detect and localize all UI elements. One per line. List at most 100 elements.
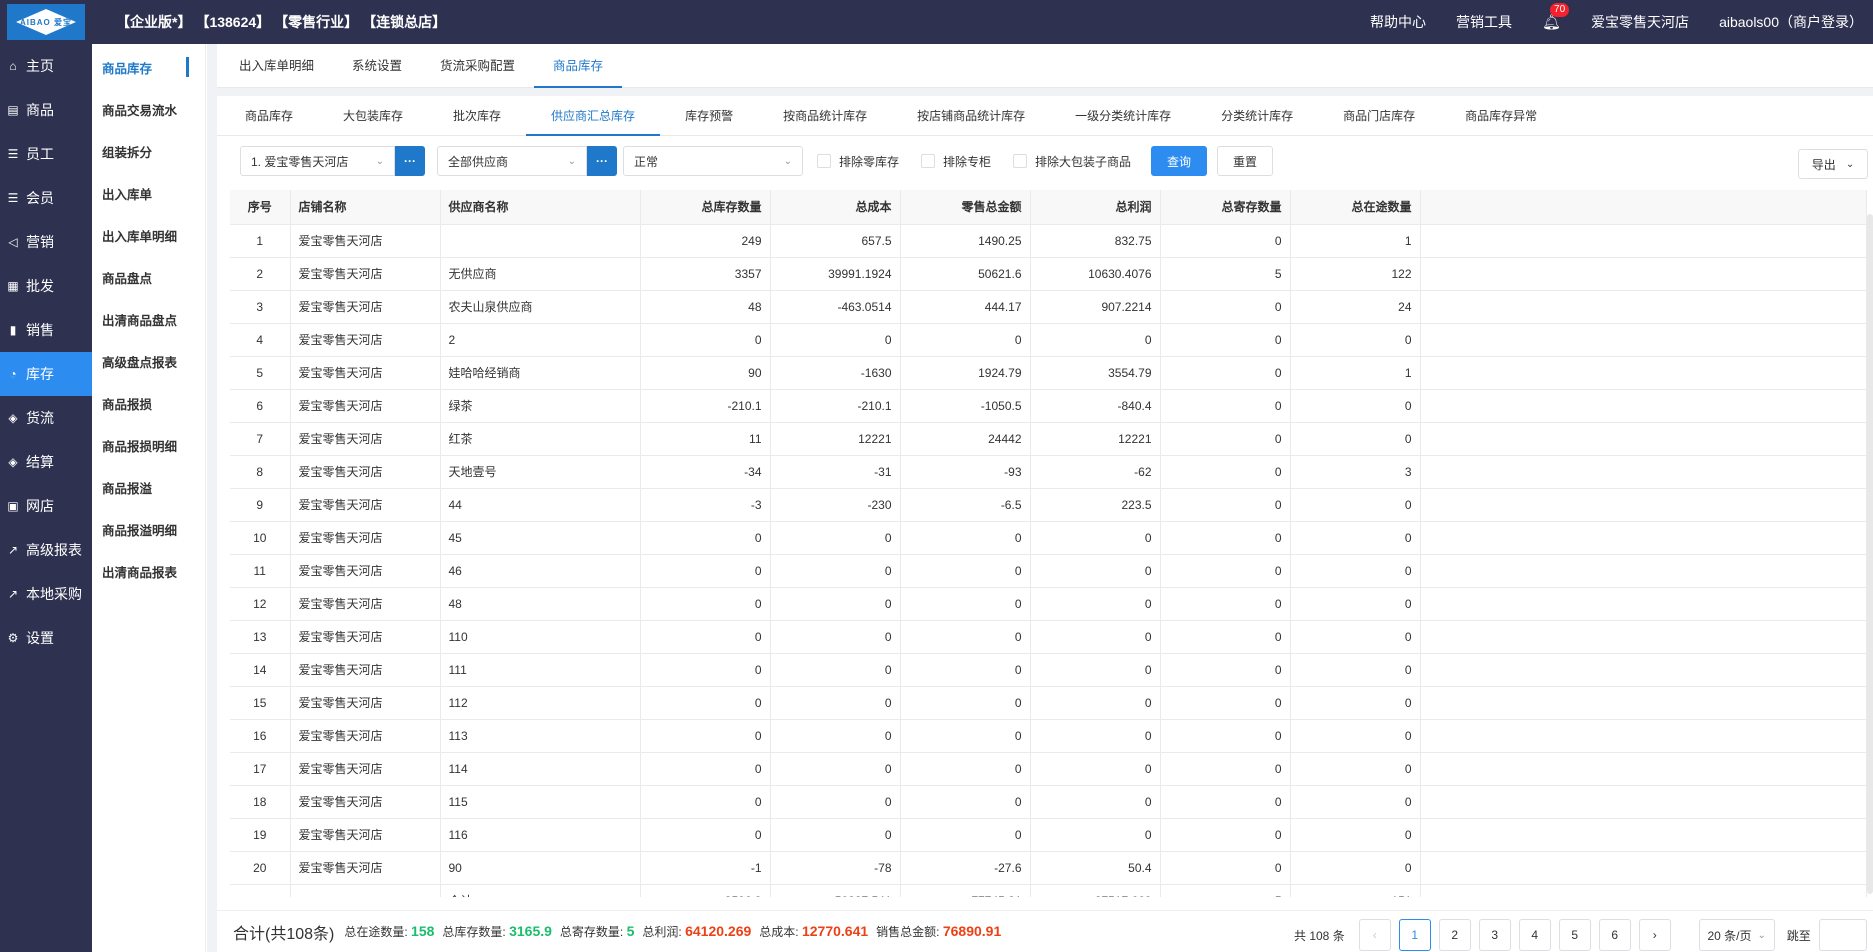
nav-item-4[interactable]: ◁ 营销 — [0, 220, 92, 264]
marketing-tools-link[interactable]: 营销工具 — [1456, 12, 1512, 32]
table-row[interactable]: 8 爱宝零售天河店 天地壹号 -34 -31 -93 -62 0 3 — [230, 455, 1867, 489]
table-row[interactable]: 9 爱宝零售天河店 44 -3 -230 -6.5 223.5 0 0 — [230, 488, 1867, 522]
bell-icon[interactable]: 🔔︎ 70 — [1542, 3, 1570, 31]
exclude-zero-stock-checkbox[interactable]: 排除零库存 — [817, 153, 899, 170]
column-header-filler — [1420, 190, 1867, 225]
report-tab-7[interactable]: 一级分类统计库存 — [1050, 96, 1196, 136]
column-header[interactable]: 总利润 — [1030, 190, 1161, 225]
column-header[interactable]: 总成本 — [770, 190, 901, 225]
tab-3[interactable]: 商品库存 — [534, 44, 623, 88]
status-select[interactable]: 正常 ⌄ — [623, 146, 803, 176]
table-row[interactable]: 6 爱宝零售天河店 绿茶 -210.1 -210.1 -1050.5 -840.4 0 0 — [230, 389, 1867, 423]
store-select[interactable]: 1. 爱宝零售天河店 ⌄ — [240, 146, 395, 176]
table-row[interactable]: 12 爱宝零售天河店 48 0 0 0 0 0 0 — [230, 587, 1867, 621]
page-button[interactable]: 3 — [1478, 919, 1511, 951]
subnav-item-4[interactable]: 出入库单明细 — [92, 214, 205, 256]
user-menu[interactable]: aibaols00（商户登录） — [1719, 12, 1863, 32]
table-row[interactable]: 5 爱宝零售天河店 娃哈哈经销商 90 -1630 1924.79 3554.79 0 1 — [230, 356, 1867, 390]
page-button[interactable]: 4 — [1518, 919, 1551, 951]
nav-item-13[interactable]: ⚙ 设置 — [0, 616, 92, 660]
tab-0[interactable]: 出入库单明细 — [239, 44, 333, 88]
subnav-item-0[interactable]: 商品库存 — [92, 46, 205, 88]
report-tab-10[interactable]: 商品库存异常 — [1440, 96, 1562, 136]
table-row[interactable]: 16 爱宝零售天河店 113 0 0 0 0 0 0 — [230, 719, 1867, 753]
logo[interactable]: AIBAO 爱宝 — [0, 0, 92, 44]
table-row[interactable]: 7 爱宝零售天河店 红茶 11 12221 24442 12221 0 0 — [230, 422, 1867, 456]
nav-item-5[interactable]: ▦ 批发 — [0, 264, 92, 308]
column-header[interactable]: 总库存数量 — [640, 190, 771, 225]
table-row[interactable]: 3 爱宝零售天河店 农夫山泉供应商 48 -463.0514 444.17 907.2214… — [230, 290, 1867, 324]
nav-item-2[interactable]: ☰ 员工 — [0, 132, 92, 176]
table-row[interactable]: 4 爱宝零售天河店 2 0 0 0 0 0 0 — [230, 323, 1867, 357]
nav-item-6[interactable]: ▮ 销售 — [0, 308, 92, 352]
table-row[interactable]: 13 爱宝零售天河店 110 0 0 0 0 0 0 — [230, 620, 1867, 654]
report-tab-3[interactable]: 供应商汇总库存 — [526, 96, 661, 136]
store-name[interactable]: 爱宝零售天河店 — [1591, 12, 1689, 32]
nav-item-1[interactable]: ▤ 商品 — [0, 88, 92, 132]
table-row[interactable]: 14 爱宝零售天河店 111 0 0 0 0 0 0 — [230, 653, 1867, 687]
report-tab-4[interactable]: 库存预警 — [660, 96, 758, 136]
subnav-item-2[interactable]: 组装拆分 — [92, 130, 205, 172]
table-scrollbar[interactable] — [1867, 214, 1873, 894]
column-header[interactable]: 序号 — [230, 190, 291, 225]
next-page-button[interactable]: › — [1638, 919, 1671, 951]
subnav-item-12[interactable]: 出清商品报表 — [92, 550, 205, 592]
nav-item-0[interactable]: ⌂ 主页 — [0, 44, 92, 88]
store-picker-button[interactable]: ··· — [395, 146, 425, 176]
nav-item-3[interactable]: ☰ 会员 — [0, 176, 92, 220]
table-row[interactable]: 10 爱宝零售天河店 45 0 0 0 0 0 0 — [230, 521, 1867, 555]
subnav-item-9[interactable]: 商品报损明细 — [92, 424, 205, 466]
jump-page-input[interactable] — [1818, 919, 1867, 951]
nav-item-10[interactable]: ▣ 网店 — [0, 484, 92, 528]
report-tab-8[interactable]: 分类统计库存 — [1196, 96, 1318, 136]
table-row[interactable]: 17 爱宝零售天河店 114 0 0 0 0 0 0 — [230, 752, 1867, 786]
subnav-item-8[interactable]: 商品报损 — [92, 382, 205, 424]
subnav-item-10[interactable]: 商品报溢 — [92, 466, 205, 508]
report-tab-2[interactable]: 批次库存 — [428, 96, 526, 136]
table-row[interactable]: 20 爱宝零售天河店 90 -1 -78 -27.6 50.4 0 0 — [230, 851, 1867, 885]
nav-item-12[interactable]: ↗ 本地采购 — [0, 572, 92, 616]
table-row[interactable]: 15 爱宝零售天河店 112 0 0 0 0 0 0 — [230, 686, 1867, 720]
report-tab-1[interactable]: 大包装库存 — [318, 96, 428, 136]
page-button[interactable]: 6 — [1598, 919, 1631, 951]
subnav-item-1[interactable]: 商品交易流水 — [92, 88, 205, 130]
table-row[interactable]: 19 爱宝零售天河店 116 0 0 0 0 0 0 — [230, 818, 1867, 852]
prev-page-button[interactable]: ‹ — [1358, 919, 1391, 951]
report-tab-9[interactable]: 商品门店库存 — [1318, 96, 1440, 136]
column-header[interactable]: 零售总金额 — [900, 190, 1031, 225]
report-tab-6[interactable]: 按店铺商品统计库存 — [892, 96, 1050, 136]
export-button[interactable]: 导出 ⌄ — [1798, 149, 1868, 179]
tab-2[interactable]: 货流采购配置 — [421, 44, 534, 88]
subnav-item-6[interactable]: 出清商品盘点 — [92, 298, 205, 340]
tab-1[interactable]: 系统设置 — [333, 44, 421, 88]
supplier-select[interactable]: 全部供应商 ⌄ — [437, 146, 587, 176]
column-header[interactable]: 店铺名称 — [290, 190, 441, 225]
nav-item-9[interactable]: ◈ 结算 — [0, 440, 92, 484]
subnav-item-11[interactable]: 商品报溢明细 — [92, 508, 205, 550]
table-row[interactable]: 1 爱宝零售天河店 249 657.5 1490.25 832.75 0 1 — [230, 224, 1867, 258]
column-header[interactable]: 总在途数量 — [1290, 190, 1421, 225]
subnav-item-7[interactable]: 高级盘点报表 — [92, 340, 205, 382]
column-header[interactable]: 总寄存数量 — [1160, 190, 1291, 225]
table-row[interactable]: 18 爱宝零售天河店 115 0 0 0 0 0 0 — [230, 785, 1867, 819]
table-row[interactable]: 11 爱宝零售天河店 46 0 0 0 0 0 0 — [230, 554, 1867, 588]
page-button[interactable]: 2 — [1438, 919, 1471, 951]
column-header[interactable]: 供应商名称 — [440, 190, 641, 225]
exclude-bulk-child-checkbox[interactable]: 排除大包装子商品 — [1013, 153, 1131, 170]
report-tab-5[interactable]: 按商品统计库存 — [758, 96, 892, 136]
nav-item-8[interactable]: ◈ 货流 — [0, 396, 92, 440]
subnav-item-5[interactable]: 商品盘点 — [92, 256, 205, 298]
exclude-counter-checkbox[interactable]: 排除专柜 — [921, 153, 991, 170]
nav-item-7[interactable]: ◔ 库存 — [0, 352, 92, 396]
help-center-link[interactable]: 帮助中心 — [1370, 12, 1426, 32]
report-tab-0[interactable]: 商品库存 — [237, 96, 318, 136]
supplier-picker-button[interactable]: ··· — [587, 146, 617, 176]
table-row[interactable]: 2 爱宝零售天河店 无供应商 3357 39991.1924 50621.6 10630.4… — [230, 257, 1867, 291]
nav-item-11[interactable]: ↗ 高级报表 — [0, 528, 92, 572]
page-size-select[interactable]: 20 条/页 ⌄ — [1698, 919, 1775, 951]
subnav-item-3[interactable]: 出入库单 — [92, 172, 205, 214]
page-button[interactable]: 1 — [1398, 919, 1431, 951]
reset-button[interactable]: 重置 — [1217, 146, 1274, 176]
query-button[interactable]: 查询 — [1151, 146, 1208, 176]
page-button[interactable]: 5 — [1558, 919, 1591, 951]
